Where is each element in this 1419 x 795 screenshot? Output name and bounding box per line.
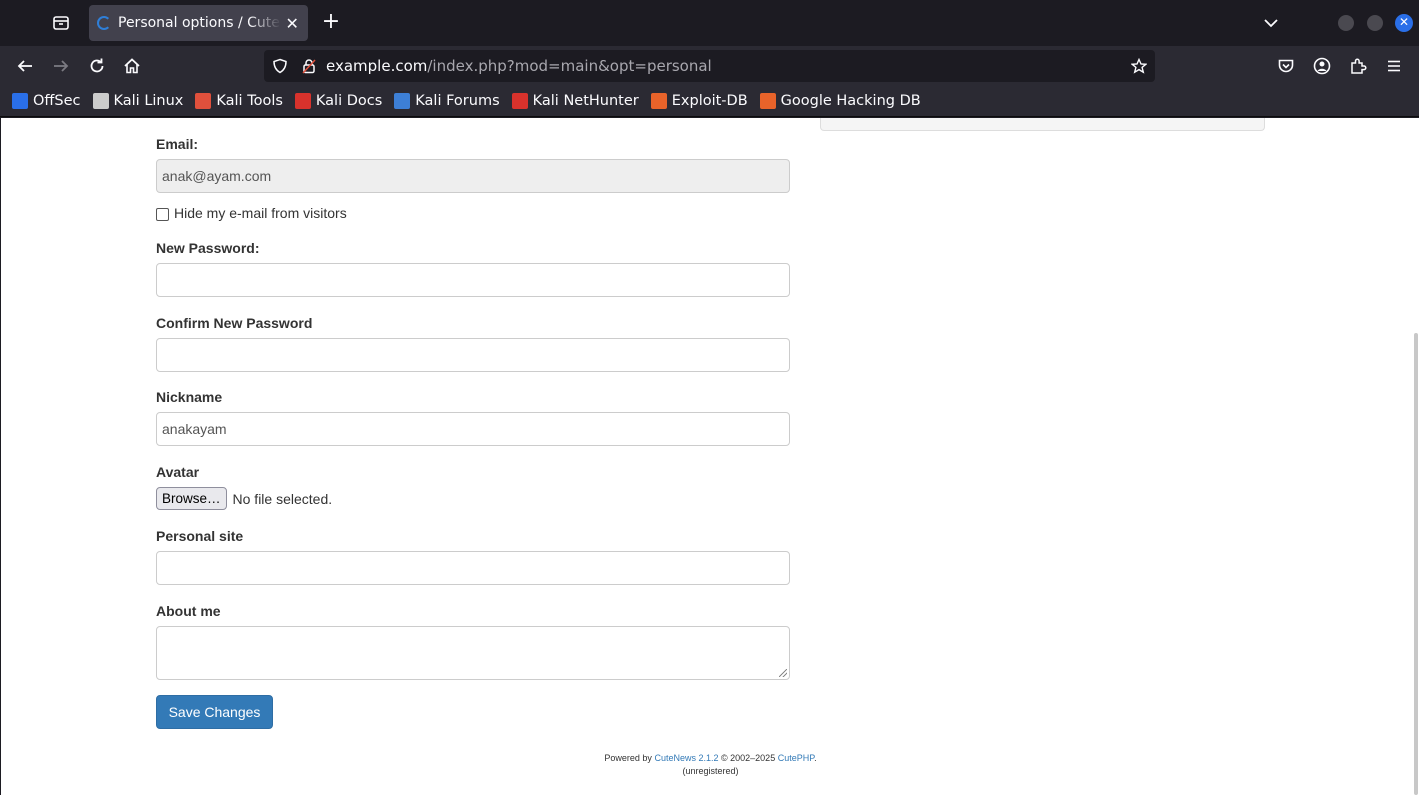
new-password-field[interactable] <box>156 263 790 297</box>
extensions-icon[interactable] <box>1348 56 1368 76</box>
minimize-button[interactable] <box>1338 15 1354 31</box>
about-me-label: About me <box>156 603 221 619</box>
browse-button[interactable]: Browse… <box>156 487 227 510</box>
resize-grip-icon[interactable] <box>779 669 787 677</box>
bookmark-item[interactable]: Kali Tools <box>195 93 283 109</box>
firefox-view-icon[interactable] <box>49 11 73 35</box>
maximize-button[interactable] <box>1367 15 1383 31</box>
bookmark-item[interactable]: Kali Docs <box>294 93 383 109</box>
sidebar-panel <box>820 118 1265 131</box>
email-label: Email: <box>156 136 199 152</box>
bookmark-label: Kali NetHunter <box>532 93 639 109</box>
bookmark-item[interactable]: Kali Forums <box>394 93 500 109</box>
no-file-text: No file selected. <box>232 490 333 507</box>
tab-close-icon[interactable]: ✕ <box>285 14 300 33</box>
kali-dragon-icon <box>92 93 109 109</box>
tracking-protection-shield-icon[interactable] <box>272 58 288 74</box>
bookmark-item[interactable]: Kali NetHunter <box>511 93 639 109</box>
new-tab-icon[interactable]: + <box>320 11 342 34</box>
scrollbar-thumb[interactable] <box>1414 333 1418 795</box>
tab-title: Personal options / CuteNews <box>118 15 281 31</box>
bookmark-label: Google Hacking DB <box>780 93 921 109</box>
bookmark-label: Kali Linux <box>113 93 184 109</box>
bookmark-label: OffSec <box>33 93 81 109</box>
bookmark-item[interactable]: OffSec <box>12 93 81 109</box>
bookmark-label: Kali Forums <box>415 93 500 109</box>
bookmark-item[interactable]: Exploit-DB <box>650 93 748 109</box>
bookmarks-toolbar: OffSec Kali Linux Kali Tools Kali Docs Kali … <box>0 86 1419 117</box>
ghdb-icon <box>759 93 776 109</box>
account-icon[interactable] <box>1312 56 1332 76</box>
bookmark-label: Kali Tools <box>216 93 283 109</box>
url-text[interactable]: example.com/index.php?mod=main&opt=perso… <box>326 57 712 75</box>
tab-strip: Personal options / CuteNews ✕ + ✕ <box>0 0 1419 46</box>
bookmark-label: Kali Docs <box>315 93 383 109</box>
cutephp-link[interactable]: CutePHP <box>778 753 814 763</box>
nickname-field[interactable]: anakayam <box>156 412 790 446</box>
email-field[interactable]: anak@ayam.com <box>156 159 790 193</box>
window-close-button[interactable]: ✕ <box>1395 14 1413 32</box>
confirm-password-label: Confirm New Password <box>156 315 313 331</box>
pocket-icon[interactable] <box>1276 56 1296 76</box>
kali-tools-icon <box>195 93 212 109</box>
nickname-label: Nickname <box>156 389 223 405</box>
scrollbar[interactable] <box>1411 118 1419 795</box>
url-path: /index.php?mod=main&opt=personal <box>427 57 712 75</box>
footer-credits: Powered by CuteNews 2.1.2 © 2002–2025 Cu… <box>1 752 1419 765</box>
back-icon[interactable] <box>14 55 36 77</box>
page-content: Email: anak@ayam.com Hide my e-mail from… <box>0 118 1419 795</box>
personal-site-label: Personal site <box>156 528 244 544</box>
hide-email-label[interactable]: Hide my e-mail from visitors <box>174 205 347 221</box>
url-domain: example.com <box>326 57 428 75</box>
footer-copyright: © 2002–2025 <box>721 753 776 763</box>
bookmark-item[interactable]: Google Hacking DB <box>759 93 921 109</box>
personal-site-field[interactable] <box>156 551 790 585</box>
navigation-toolbar: example.com/index.php?mod=main&opt=perso… <box>0 46 1419 86</box>
save-changes-button[interactable]: Save Changes <box>156 695 273 729</box>
bookmark-label: Exploit-DB <box>671 93 748 109</box>
forward-icon[interactable] <box>50 55 72 77</box>
offsec-icon <box>12 93 28 109</box>
footer-period: . <box>814 753 817 763</box>
footer-status: (unregistered) <box>682 766 739 776</box>
hide-email-checkbox[interactable] <box>156 208 169 221</box>
avatar-file-input[interactable]: Browse… No file selected. <box>156 487 332 510</box>
chevron-down-icon[interactable] <box>1262 14 1280 32</box>
new-password-label: New Password: <box>156 240 260 256</box>
lock-icon[interactable] <box>301 58 317 74</box>
page-footer: Powered by CuteNews 2.1.2 © 2002–2025 Cu… <box>1 752 1419 778</box>
loading-spinner-icon <box>97 16 111 30</box>
footer-powered-by: Powered by <box>604 753 652 763</box>
nethunter-icon <box>511 93 528 109</box>
browser-window: Personal options / CuteNews ✕ + ✕ <box>0 0 1419 795</box>
kali-forums-icon <box>394 93 411 109</box>
hamburger-menu-icon[interactable] <box>1384 56 1404 76</box>
hide-email-row[interactable]: Hide my e-mail from visitors <box>156 205 347 221</box>
avatar-label: Avatar <box>156 464 200 480</box>
url-bar[interactable]: example.com/index.php?mod=main&opt=perso… <box>264 50 1155 82</box>
cutenews-link[interactable]: CuteNews 2.1.2 <box>654 753 718 763</box>
bookmark-item[interactable]: Kali Linux <box>92 93 184 109</box>
exploit-db-icon <box>650 93 667 109</box>
reload-icon[interactable] <box>86 55 108 77</box>
bookmark-star-icon[interactable] <box>1130 57 1148 74</box>
about-me-textarea[interactable] <box>156 626 790 680</box>
home-icon[interactable] <box>121 55 143 77</box>
kali-docs-icon <box>294 93 311 109</box>
tab-personal-options[interactable]: Personal options / CuteNews ✕ <box>89 5 308 41</box>
confirm-password-field[interactable] <box>156 338 790 372</box>
